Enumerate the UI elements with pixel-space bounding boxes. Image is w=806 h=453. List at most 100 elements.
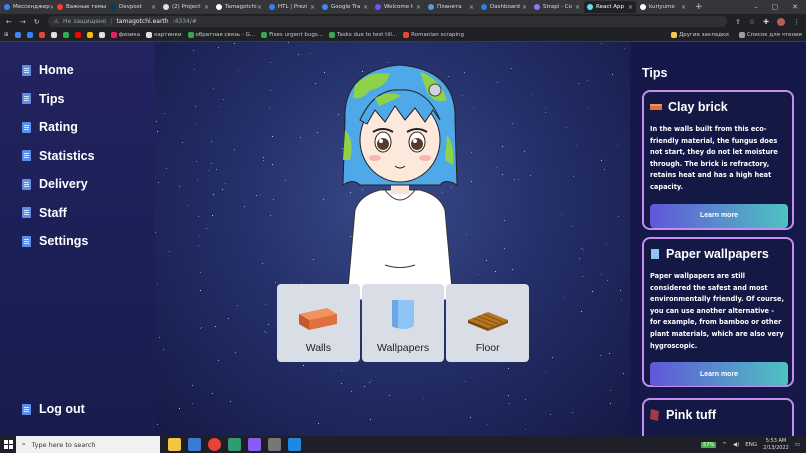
browser-tab[interactable]: (2) Project × [160, 1, 212, 13]
sidebar-item-rating[interactable]: Rating [22, 120, 78, 134]
star [606, 279, 608, 281]
sidebar-item-delivery[interactable]: Delivery [22, 177, 88, 191]
logout-label: Log out [39, 402, 85, 416]
browser-tab[interactable]: Мессенджер × [1, 1, 53, 13]
sidebar-item-home[interactable]: Home [22, 63, 74, 77]
tab-close-icon[interactable]: × [257, 4, 262, 11]
star-icon[interactable]: ☆ [749, 18, 755, 26]
star [612, 74, 614, 76]
tab-close-icon[interactable]: × [681, 4, 686, 11]
vscode-icon[interactable] [288, 438, 301, 451]
floor-item[interactable]: Floor [446, 284, 530, 362]
browser-tab[interactable]: Dashboard × [478, 1, 530, 13]
sidebar-item-tips[interactable]: Tips [22, 92, 64, 106]
apps-icon[interactable]: ⊞ [4, 32, 9, 38]
bookmark-item[interactable]: Tasks due to test till... [329, 32, 397, 38]
star [363, 386, 365, 388]
chevron-up-icon[interactable]: ^ [722, 442, 727, 448]
learn-more-button[interactable]: Learn more [650, 203, 788, 228]
star [578, 82, 580, 84]
logout-button[interactable]: Log out [22, 402, 85, 416]
battery-indicator[interactable]: 57% [701, 441, 717, 448]
bookmark-item[interactable]: картинки [146, 32, 182, 38]
minimize-icon[interactable]: – [754, 3, 758, 11]
new-tab-icon[interactable]: + [695, 2, 703, 12]
tab-close-icon[interactable]: × [151, 4, 156, 11]
other-bookmarks[interactable]: Другие закладки [670, 32, 729, 38]
tab-close-icon[interactable]: × [50, 4, 53, 11]
tab-close-icon[interactable]: × [416, 4, 421, 11]
sidebar-item-label: Tips [39, 91, 65, 106]
bookmark-item[interactable]: Fixes urgent bugs... [261, 32, 323, 38]
app-icon[interactable] [228, 438, 241, 451]
browser-tab[interactable]: Планета × [425, 1, 477, 13]
maximize-icon[interactable]: ▢ [772, 3, 779, 11]
menu-icon[interactable]: ⋮ [793, 18, 800, 26]
tab-close-icon[interactable]: × [469, 4, 474, 11]
star [422, 398, 424, 400]
star [206, 228, 208, 230]
volume-icon[interactable]: ◀) [733, 442, 739, 448]
star [322, 199, 324, 201]
tab-close-icon[interactable]: × [575, 4, 580, 11]
browser-tab[interactable]: React App × [584, 1, 636, 13]
chrome-icon[interactable] [208, 438, 221, 451]
bookmark-item[interactable] [86, 32, 93, 38]
star [269, 214, 271, 216]
browser-tab[interactable]: Важные темы× [54, 1, 106, 13]
windows-start-icon[interactable] [0, 440, 16, 449]
store-icon[interactable] [188, 438, 201, 451]
star [318, 423, 319, 425]
bookmark-item[interactable] [74, 32, 81, 38]
tab-close-icon[interactable]: × [522, 4, 527, 11]
close-window-icon[interactable]: ✕ [792, 3, 798, 11]
bookmark-item[interactable]: обратная связь - G... [187, 32, 255, 38]
reload-icon[interactable]: ↻ [34, 18, 40, 26]
share-icon[interactable]: ⇪ [735, 18, 741, 26]
bookmark-item[interactable] [14, 32, 21, 38]
language-indicator[interactable]: ENG [745, 442, 757, 448]
file-explorer-icon[interactable] [168, 438, 181, 451]
browser-tab[interactable]: kuriyume × [637, 1, 689, 13]
profile-icon[interactable] [777, 17, 785, 26]
bookmark-item[interactable] [98, 32, 105, 38]
walls-item[interactable]: Walls [277, 284, 360, 362]
earth-girl-character[interactable] [335, 60, 465, 300]
sidebar-item-statistics[interactable]: Statistics [22, 149, 95, 163]
reading-list[interactable]: Список для чтения [738, 32, 802, 38]
bookmark-item[interactable] [62, 32, 69, 38]
clock[interactable]: 5:53 AM 2/13/2022 [763, 438, 789, 451]
bookmark-item[interactable] [38, 32, 45, 38]
tab-close-icon[interactable]: × [628, 4, 633, 11]
star [369, 382, 371, 384]
bookmark-item[interactable]: физика [110, 32, 140, 38]
browser-tab[interactable]: HTL | Prezi × [266, 1, 318, 13]
wallpapers-item[interactable]: Wallpapers [361, 284, 445, 362]
url-field[interactable]: ⚠ Не защищено | tamagotchi.earth:4334/# [47, 16, 727, 27]
bookmark-item[interactable] [26, 32, 33, 38]
browser-tab[interactable]: Welcome t × [372, 1, 424, 13]
notification-icon[interactable]: ▭ [795, 442, 800, 448]
tab-close-icon[interactable]: × [310, 4, 315, 11]
forward-icon[interactable]: → [20, 18, 26, 26]
sidebar-item-staff[interactable]: Staff [22, 206, 67, 220]
bookmark-favicon [62, 32, 69, 38]
sidebar-item-settings[interactable]: Settings [22, 234, 88, 248]
teams-icon[interactable] [248, 438, 261, 451]
browser-tab[interactable]: Tamagotchi × [213, 1, 265, 13]
tab-close-icon[interactable]: × [363, 4, 368, 11]
star [610, 390, 612, 392]
browser-tab[interactable]: Devpost × [107, 1, 159, 13]
star [312, 259, 314, 260]
browser-tab[interactable]: Strapi - Co × [531, 1, 583, 13]
bookmark-item[interactable]: Romanian scraping [403, 32, 464, 38]
taskbar-search[interactable]: ⌕ Type here to search [16, 436, 160, 453]
star [234, 352, 236, 354]
bookmark-item[interactable] [50, 32, 57, 38]
learn-more-button[interactable]: Learn more [650, 362, 788, 387]
tab-close-icon[interactable]: × [204, 4, 209, 11]
settings-icon[interactable] [268, 438, 281, 451]
back-icon[interactable]: ← [6, 18, 12, 26]
browser-tab[interactable]: Google Tra × [319, 1, 371, 13]
extensions-icon[interactable]: ✚ [763, 18, 769, 26]
